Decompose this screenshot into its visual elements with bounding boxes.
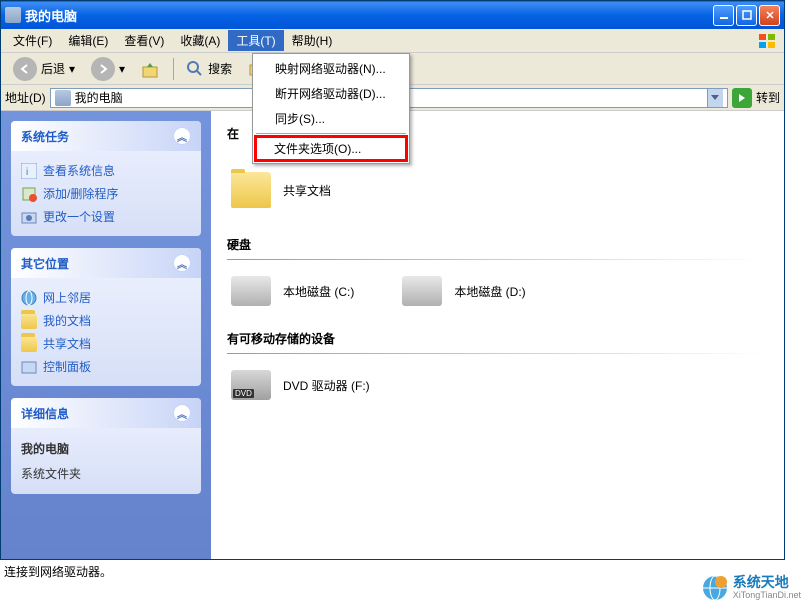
menu-file[interactable]: 文件(F): [5, 30, 60, 51]
other-places-header[interactable]: 其它位置 ︽: [11, 248, 201, 278]
drive-icon: [231, 276, 271, 306]
add-remove-programs-link[interactable]: 添加/删除程序: [21, 182, 191, 205]
change-setting-link[interactable]: 更改一个设置: [21, 205, 191, 228]
control-panel-icon: [21, 359, 37, 375]
forward-arrow-icon: [91, 57, 115, 81]
computer-icon: [55, 90, 71, 106]
system-tasks-box: 系统任务 ︽ i 查看系统信息 添加/删除程序 更改一个设置: [11, 121, 201, 236]
back-button[interactable]: 后退 ▾: [7, 55, 81, 83]
collapse-icon[interactable]: ︽: [173, 254, 191, 272]
drive-icon: [402, 276, 442, 306]
svg-text:i: i: [26, 167, 28, 178]
removable-section-title: 有可移动存储的设备: [227, 326, 768, 351]
go-label: 转到: [756, 89, 780, 106]
drive-d-item[interactable]: 本地磁盘 (D:): [398, 272, 529, 310]
view-system-info-link[interactable]: i 查看系统信息: [21, 159, 191, 182]
add-remove-icon: [21, 186, 37, 202]
address-dropdown-button[interactable]: [707, 89, 723, 107]
window-title: 我的电脑: [25, 6, 713, 25]
details-header[interactable]: 详细信息 ︽: [11, 398, 201, 428]
close-button[interactable]: [759, 5, 780, 26]
shared-documents-item[interactable]: 共享文档: [227, 164, 768, 216]
dvd-icon: [231, 370, 271, 400]
go-button[interactable]: [732, 88, 752, 108]
back-arrow-icon: [13, 57, 37, 81]
menubar: 文件(F) 编辑(E) 查看(V) 收藏(A) 工具(T) 帮助(H): [1, 29, 784, 53]
tools-dropdown-menu: 映射网络驱动器(N)... 断开网络驱动器(D)... 同步(S)... 文件夹…: [252, 53, 410, 164]
titlebar: 我的电脑: [1, 1, 784, 29]
info-icon: i: [21, 163, 37, 179]
dvd-drive-item[interactable]: DVD 驱动器 (F:): [227, 366, 768, 404]
statusbar: 连接到网络驱动器。: [0, 561, 785, 579]
main-content: 在 共享文档 硬盘 本地磁盘 (C:) 本地磁盘 (D:) 有可移动存储的: [211, 111, 784, 559]
other-places-box: 其它位置 ︽ 网上邻居 我的文档 共享文档: [11, 248, 201, 386]
control-panel-link[interactable]: 控制面板: [21, 355, 191, 378]
menu-tools[interactable]: 工具(T): [228, 30, 283, 51]
folder-icon: [231, 172, 271, 208]
details-box: 详细信息 ︽ 我的电脑 系统文件夹: [11, 398, 201, 494]
app-icon: [5, 7, 21, 23]
settings-icon: [21, 209, 37, 225]
minimize-button[interactable]: [713, 5, 734, 26]
folder-up-icon: [141, 59, 161, 79]
up-button[interactable]: [135, 57, 167, 81]
menu-folder-options[interactable]: 文件夹选项(O)...: [254, 135, 408, 162]
details-name: 我的电脑: [21, 436, 191, 461]
menu-sync[interactable]: 同步(S)...: [255, 106, 407, 131]
menu-favorites[interactable]: 收藏(A): [172, 30, 228, 51]
tasks-panel: 系统任务 ︽ i 查看系统信息 添加/删除程序 更改一个设置: [1, 111, 211, 559]
forward-button[interactable]: ▾: [85, 55, 131, 83]
menu-edit[interactable]: 编辑(E): [60, 30, 116, 51]
details-type: 系统文件夹: [21, 461, 191, 486]
windows-flag-icon: [756, 31, 780, 51]
search-button[interactable]: 搜索: [180, 58, 238, 80]
collapse-icon[interactable]: ︽: [173, 127, 191, 145]
documents-icon: [21, 313, 37, 329]
network-icon: [21, 290, 37, 306]
menu-disconnect-drive[interactable]: 断开网络驱动器(D)...: [255, 81, 407, 106]
menu-map-network-drive[interactable]: 映射网络驱动器(N)...: [255, 56, 407, 81]
chevron-down-icon: ▾: [119, 62, 125, 76]
shared-icon: [21, 336, 37, 352]
watermark-globe-icon: [701, 574, 729, 602]
menu-help[interactable]: 帮助(H): [284, 30, 341, 51]
chevron-down-icon: ▾: [69, 62, 75, 76]
drive-c-item[interactable]: 本地磁盘 (C:): [227, 272, 358, 310]
watermark: 系统天地 XiTongTianDi.net: [701, 574, 801, 602]
network-neighborhood-link[interactable]: 网上邻居: [21, 286, 191, 309]
address-label: 地址(D): [5, 89, 46, 106]
hard-disks-section-title: 硬盘: [227, 232, 768, 257]
system-tasks-header[interactable]: 系统任务 ︽: [11, 121, 201, 151]
shared-documents-link[interactable]: 共享文档: [21, 332, 191, 355]
maximize-button[interactable]: [736, 5, 757, 26]
search-icon: [186, 60, 204, 78]
collapse-icon[interactable]: ︽: [173, 404, 191, 422]
menu-view[interactable]: 查看(V): [116, 30, 172, 51]
my-documents-link[interactable]: 我的文档: [21, 309, 191, 332]
